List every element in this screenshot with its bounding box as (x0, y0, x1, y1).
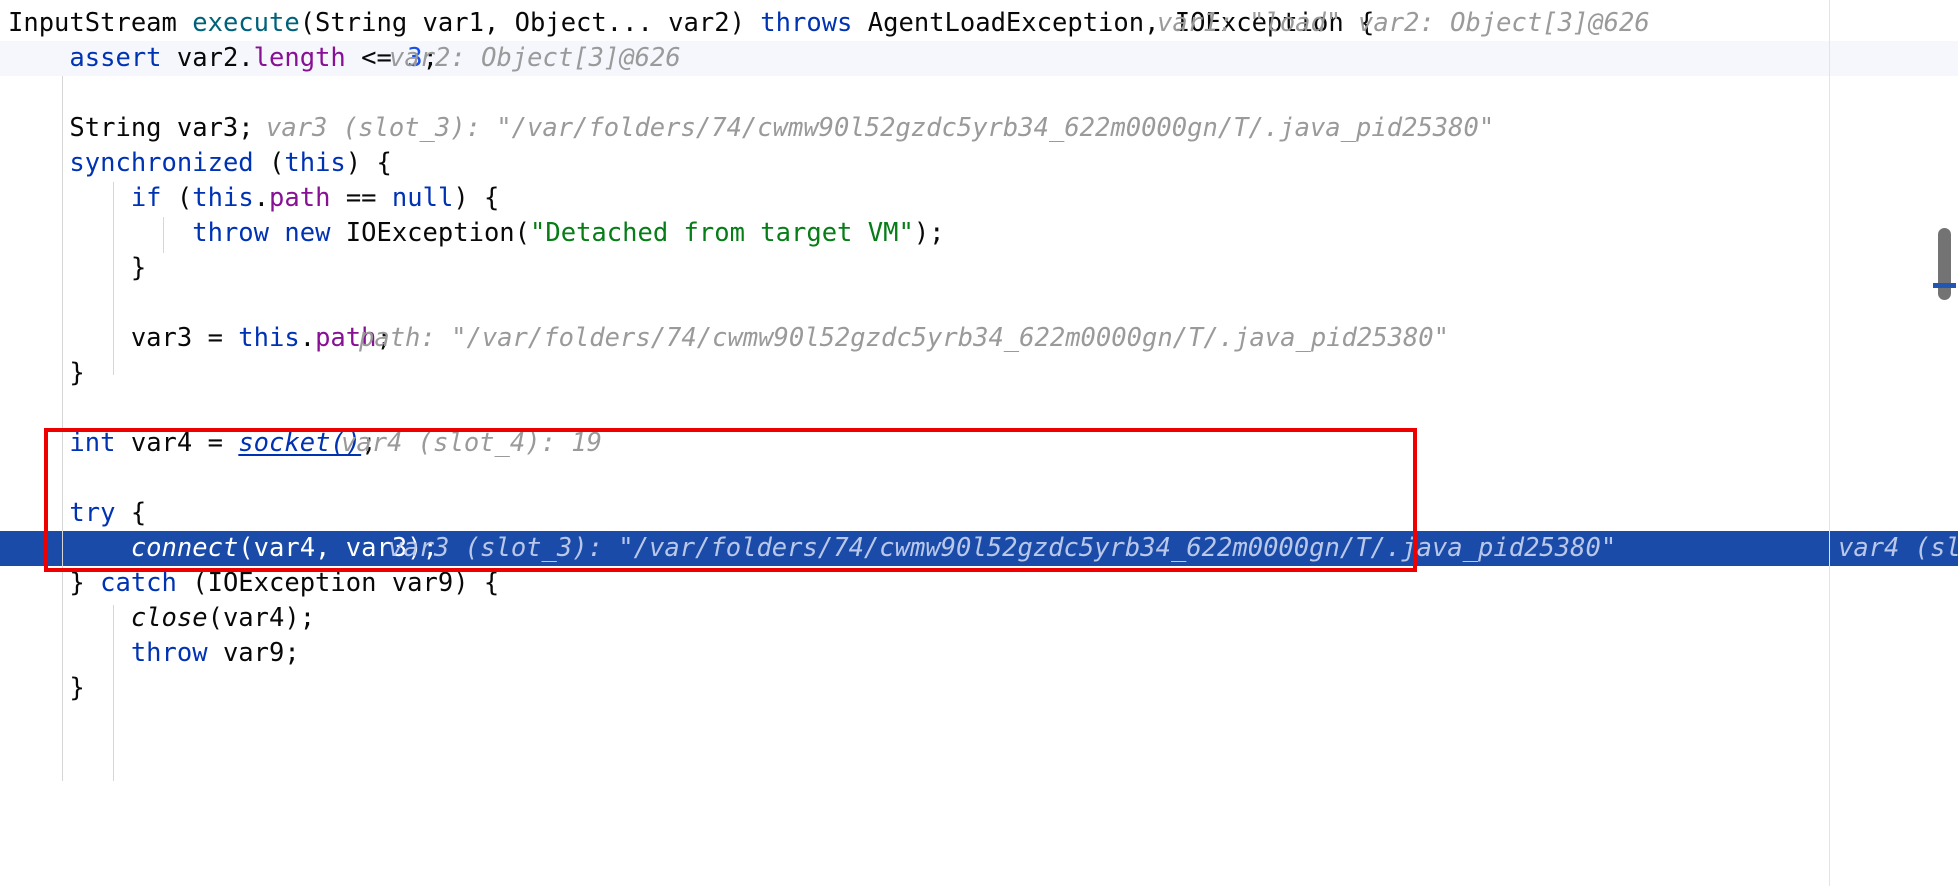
token-plain: (IOException var9) { (176, 568, 500, 598)
token-plain: } (8, 568, 101, 598)
token-plain: ( (253, 148, 285, 178)
debugger-inlay-hint[interactable]: var4 (slot_4): 19 (341, 426, 602, 461)
token-static-m: close (130, 603, 208, 633)
token-plain: var3 = (8, 323, 239, 353)
line-assign-var3[interactable]: var3 = this.path; path: "/var/folders/74/… (0, 321, 1958, 356)
code-text: try { (0, 496, 146, 531)
token-plain: { (115, 498, 147, 528)
token-mcall: execute (192, 8, 300, 38)
editor-scrollbar[interactable] (1933, 0, 1958, 886)
code-text: String var3; (0, 111, 254, 146)
debugger-inlay-hint[interactable]: var2: Object[3]@626 (1358, 6, 1650, 41)
token-kw: this (238, 323, 300, 353)
line-throw-var9[interactable]: throw var9; (0, 636, 1958, 671)
code-text: } catch (IOException var9) { (0, 566, 499, 601)
token-kw: this (284, 148, 346, 178)
token-kw: this (192, 183, 254, 213)
line-blank-4[interactable] (0, 461, 1958, 496)
token-plain: . (299, 323, 316, 353)
line-blank-2[interactable] (0, 286, 1958, 321)
code-text: var3 = this.path; (0, 321, 392, 356)
debugger-inlay-hint[interactable]: var2: Object[3]@626 (389, 41, 681, 76)
token-plain: var4 = (115, 428, 239, 458)
token-plain: var2. (161, 43, 254, 73)
token-field: length (253, 43, 346, 73)
line-synchronized[interactable]: synchronized (this) { (0, 146, 1958, 181)
code-text: } (0, 671, 85, 706)
token-kw: int (69, 428, 116, 458)
token-plain: String var3; (8, 113, 254, 143)
token-kw: throws (760, 8, 853, 38)
code-text: assert var2.length <= 3; (0, 41, 438, 76)
code-text: if (this.path == null) { (0, 181, 500, 216)
token-plain: } (8, 673, 85, 703)
line-string-var3[interactable]: String var3; var3 (slot_3): "/var/folders… (0, 111, 1958, 146)
token-field: path (269, 183, 331, 213)
line-signature[interactable]: InputStream execute(String var1, Object.… (0, 6, 1958, 41)
line-close-var4[interactable]: close(var4); (0, 601, 1958, 636)
debugger-inlay-hint[interactable]: path: "/var/folders/74/cwmw90l52gzdc5yrb… (359, 321, 1449, 356)
token-plain: var9; (207, 638, 300, 668)
code-text: throw new IOException("Detached from tar… (0, 216, 945, 251)
scrollbar-thumb[interactable] (1938, 228, 1951, 300)
token-str: "Detached from target VM" (530, 218, 914, 248)
token-kw: null (391, 183, 454, 213)
token-plain: IOException( (330, 218, 531, 248)
pane-separator (1829, 0, 1830, 886)
token-plain: } (8, 358, 85, 388)
code-text: connect(var4, var3); (0, 531, 438, 566)
code-text: int var4 = socket(); (0, 426, 376, 461)
debugger-inlay-hint[interactable]: var3 (slot_3): "/var/folders/74/cwmw90l5… (266, 111, 1494, 146)
token-kw: throw (130, 638, 208, 668)
token-plain: InputStream (8, 8, 193, 38)
code-text: throw var9; (0, 636, 300, 671)
line-catch[interactable]: } catch (IOException var9) { (0, 566, 1958, 601)
token-plain: (String var1, Object... var2) (299, 8, 761, 38)
line-close-if[interactable]: } (0, 251, 1958, 286)
code-text: } (0, 251, 146, 286)
token-kw: synchronized (69, 148, 254, 178)
code-editor[interactable]: InputStream execute(String var1, Object.… (0, 0, 1958, 886)
token-kw: new (284, 218, 331, 248)
token-plain: == (330, 183, 392, 213)
token-plain: ( (161, 183, 193, 213)
token-static-m: connect (130, 533, 239, 563)
line-if-path-null[interactable]: if (this.path == null) { (0, 181, 1958, 216)
token-kw: throw (192, 218, 269, 248)
code-text: } (0, 356, 85, 391)
line-blank-3[interactable] (0, 391, 1958, 426)
token-plain: . (253, 183, 270, 213)
debugger-inlay-hint[interactable]: var3 (slot_3): "/var/folders/74/cwmw90l5… (388, 531, 1616, 566)
token-plain: } (8, 253, 147, 283)
token-kw: catch (100, 568, 177, 598)
token-plain: (var4); (207, 603, 316, 633)
line-close-try[interactable]: } (0, 671, 1958, 706)
line-close-synchronized[interactable]: } (0, 356, 1958, 391)
token-plain: ) { (453, 183, 500, 213)
scrollbar-position-marker (1933, 283, 1956, 288)
line-int-var4-socket[interactable]: int var4 = socket(); var4 (slot_4): 19 (0, 426, 1958, 461)
line-try[interactable]: try { (0, 496, 1958, 531)
code-text: synchronized (this) { (0, 146, 392, 181)
line-throw-ioexception[interactable]: throw new IOException("Detached from tar… (0, 216, 1958, 251)
code-text: close(var4); (0, 601, 315, 636)
debugger-inlay-hint[interactable]: var1: "load" (1157, 6, 1341, 41)
token-plain: ) { (345, 148, 392, 178)
line-blank-1[interactable] (0, 76, 1958, 111)
token-kw: try (69, 498, 116, 528)
token-kw: if (130, 183, 162, 213)
token-kw: assert (69, 43, 162, 73)
token-plain: ); (913, 218, 945, 248)
